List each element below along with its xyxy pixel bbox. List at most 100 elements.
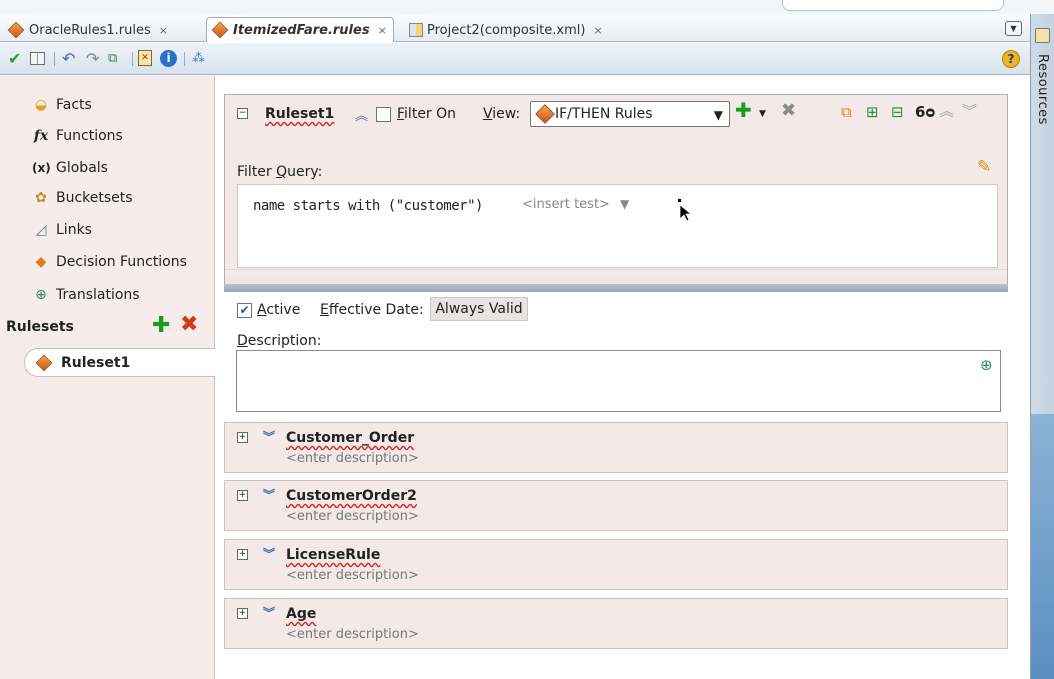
close-icon[interactable]: × [593,24,602,37]
redo-icon[interactable]: ↷ [86,50,99,68]
effective-date-button[interactable]: Always Valid [430,297,528,321]
rule-description[interactable]: <enter description> [286,568,419,583]
search-field-edge[interactable] [782,0,1004,11]
tab-itemizedfare[interactable]: ItemizedFare.rules × [206,17,394,42]
rule-row[interactable]: + ︾ Customer_Order <enter description> [224,422,1008,473]
bucketsets-icon: ✿ [35,190,47,206]
view-select-value: IF/THEN Rules [555,106,653,122]
tab-oraclerules1[interactable]: OracleRules1.rules × [2,17,175,42]
chevron-down-icon[interactable]: ︾ [263,604,275,621]
nav-item-label: Decision Functions [56,254,187,270]
nav-item-functions[interactable]: fx Functions [32,125,123,147]
add-ruleset-icon[interactable]: ✚ [152,315,170,337]
nav-item-decision-functions[interactable]: ◆ Decision Functions [32,251,187,273]
description-label: Description: [237,333,322,349]
close-icon[interactable]: × [378,24,387,37]
ruleset-item[interactable]: Ruleset1 [24,348,215,377]
active-checkbox[interactable]: ✔ [237,303,252,318]
nav-item-links[interactable]: ◿ Links [32,219,92,241]
filter-on-checkbox[interactable] [376,107,391,122]
report-icon[interactable]: ✕ [138,50,152,68]
expand-all-icon[interactable]: ⊞ [866,104,879,120]
nav-item-label: Bucketsets [56,190,133,206]
mouse-pointer-icon [678,199,692,221]
translations-icon: ⊕ [35,287,47,303]
resources-icon [1035,28,1050,43]
top-strip [0,0,1054,14]
collapse-all-icon[interactable]: ⊟ [891,104,904,120]
help-icon[interactable]: ? [1002,50,1020,68]
rule-description[interactable]: <enter description> [286,627,419,642]
filter-query-box[interactable]: name starts with ("customer") <insert te… [237,184,998,268]
toolbar: ✔ ↶ ↷ ⧉ ✕ i ⁂ ? [0,43,1030,75]
filter-query-label: Filter Query: [237,164,323,180]
add-rule-icon[interactable]: ✚ [735,100,752,120]
rule-description[interactable]: <enter description> [286,509,419,524]
move-up-icon[interactable]: ︽ [939,103,954,119]
validate-check-icon[interactable]: ✔ [8,50,21,68]
rule-row[interactable]: + ︾ Age <enter description> [224,598,1008,649]
function-icon: fx [33,128,49,144]
decision-functions-icon: ◆ [35,254,47,270]
info-icon[interactable]: i [160,50,177,68]
expand-icon[interactable]: + [237,490,248,501]
chevron-down-icon[interactable]: ︾ [263,545,275,562]
tab-project2-composite[interactable]: Project2(composite.xml) × [402,17,610,42]
ruleset-editor: − Ruleset1 ︽ Filter On View: IF/THEN Rul… [216,76,1030,679]
rulesets-heading: Rulesets [6,319,74,335]
links-icon: ◿ [35,222,47,238]
nav-item-facts[interactable]: ◒ Facts [32,94,92,116]
test-icon[interactable]: ⁂ [192,50,205,68]
ruleset-icon [35,354,53,371]
rule-name[interactable]: Age [286,606,316,622]
rule-name[interactable]: LicenseRule [286,547,380,563]
rule-description[interactable]: <enter description> [286,451,419,466]
insert-test-placeholder[interactable]: <insert test> [522,197,610,212]
tab-label: ItemizedFare.rules [233,22,370,38]
decision-tree-icon[interactable]: ⧉ [108,50,117,68]
chevron-down-icon[interactable]: ︾ [263,486,275,503]
translations-icon[interactable]: ⊕ [980,357,993,373]
chevron-down-icon: ▼ [713,108,723,122]
advanced-mode-icon[interactable]: 6ᴑ [915,104,935,120]
tree-mode-icon[interactable]: ⧉ [841,104,852,120]
insert-test-dropdown-icon[interactable]: ▼ [620,197,629,211]
rules-navigator: ◒ Facts fx Functions (x) Globals ✿ Bucke… [0,76,215,679]
rule-name[interactable]: Customer_Order [286,430,414,446]
tab-label: OracleRules1.rules [29,22,151,38]
edit-query-icon[interactable]: ✎ [977,159,991,176]
undo-icon[interactable]: ↶ [62,50,75,68]
rule-row[interactable]: + ︾ CustomerOrder2 <enter description> [224,480,1008,531]
collapse-ruleset-icon[interactable]: − [237,108,248,119]
view-select[interactable]: IF/THEN Rules ▼ [530,101,730,127]
delete-ruleset-icon[interactable]: ✖ [180,314,198,336]
rule-row[interactable]: + ︾ LicenseRule <enter description> [224,539,1008,590]
nav-item-translations[interactable]: ⊕ Translations [32,284,139,306]
description-field[interactable]: ⊕ [236,350,1001,412]
move-down-icon[interactable]: ︾ [962,103,977,119]
panel-separator [224,284,1008,292]
tab-label: Project2(composite.xml) [427,22,586,38]
close-icon[interactable]: × [159,24,168,37]
add-menu-caret-icon[interactable]: ▼ [759,106,766,122]
expand-icon[interactable]: + [237,608,248,619]
globals-icon: (x) [32,161,51,175]
ruleset-name[interactable]: Ruleset1 [265,106,334,122]
resources-panel-tab[interactable]: Resources [1030,14,1054,679]
expand-icon[interactable]: + [237,432,248,443]
expand-icon[interactable]: + [237,549,248,560]
chevron-down-icon[interactable]: ︾ [263,428,275,445]
delete-rule-icon[interactable]: ✖ [781,102,796,120]
tab-list-dropdown-icon[interactable]: ▼ [1005,21,1022,36]
rules-file-icon [7,21,25,39]
view-label: View: [483,106,521,122]
chevron-up-icon[interactable]: ︽ [355,105,368,124]
nav-item-globals[interactable]: (x) Globals [32,157,108,179]
nav-item-bucketsets[interactable]: ✿ Bucketsets [32,187,133,209]
ruleset-item-label: Ruleset1 [61,354,131,371]
rules-view-icon [535,104,555,124]
resources-label: Resources [1035,54,1050,125]
rule-name[interactable]: CustomerOrder2 [286,488,417,504]
book-icon[interactable] [30,50,46,68]
filter-query-text[interactable]: name starts with ("customer") [253,198,483,214]
